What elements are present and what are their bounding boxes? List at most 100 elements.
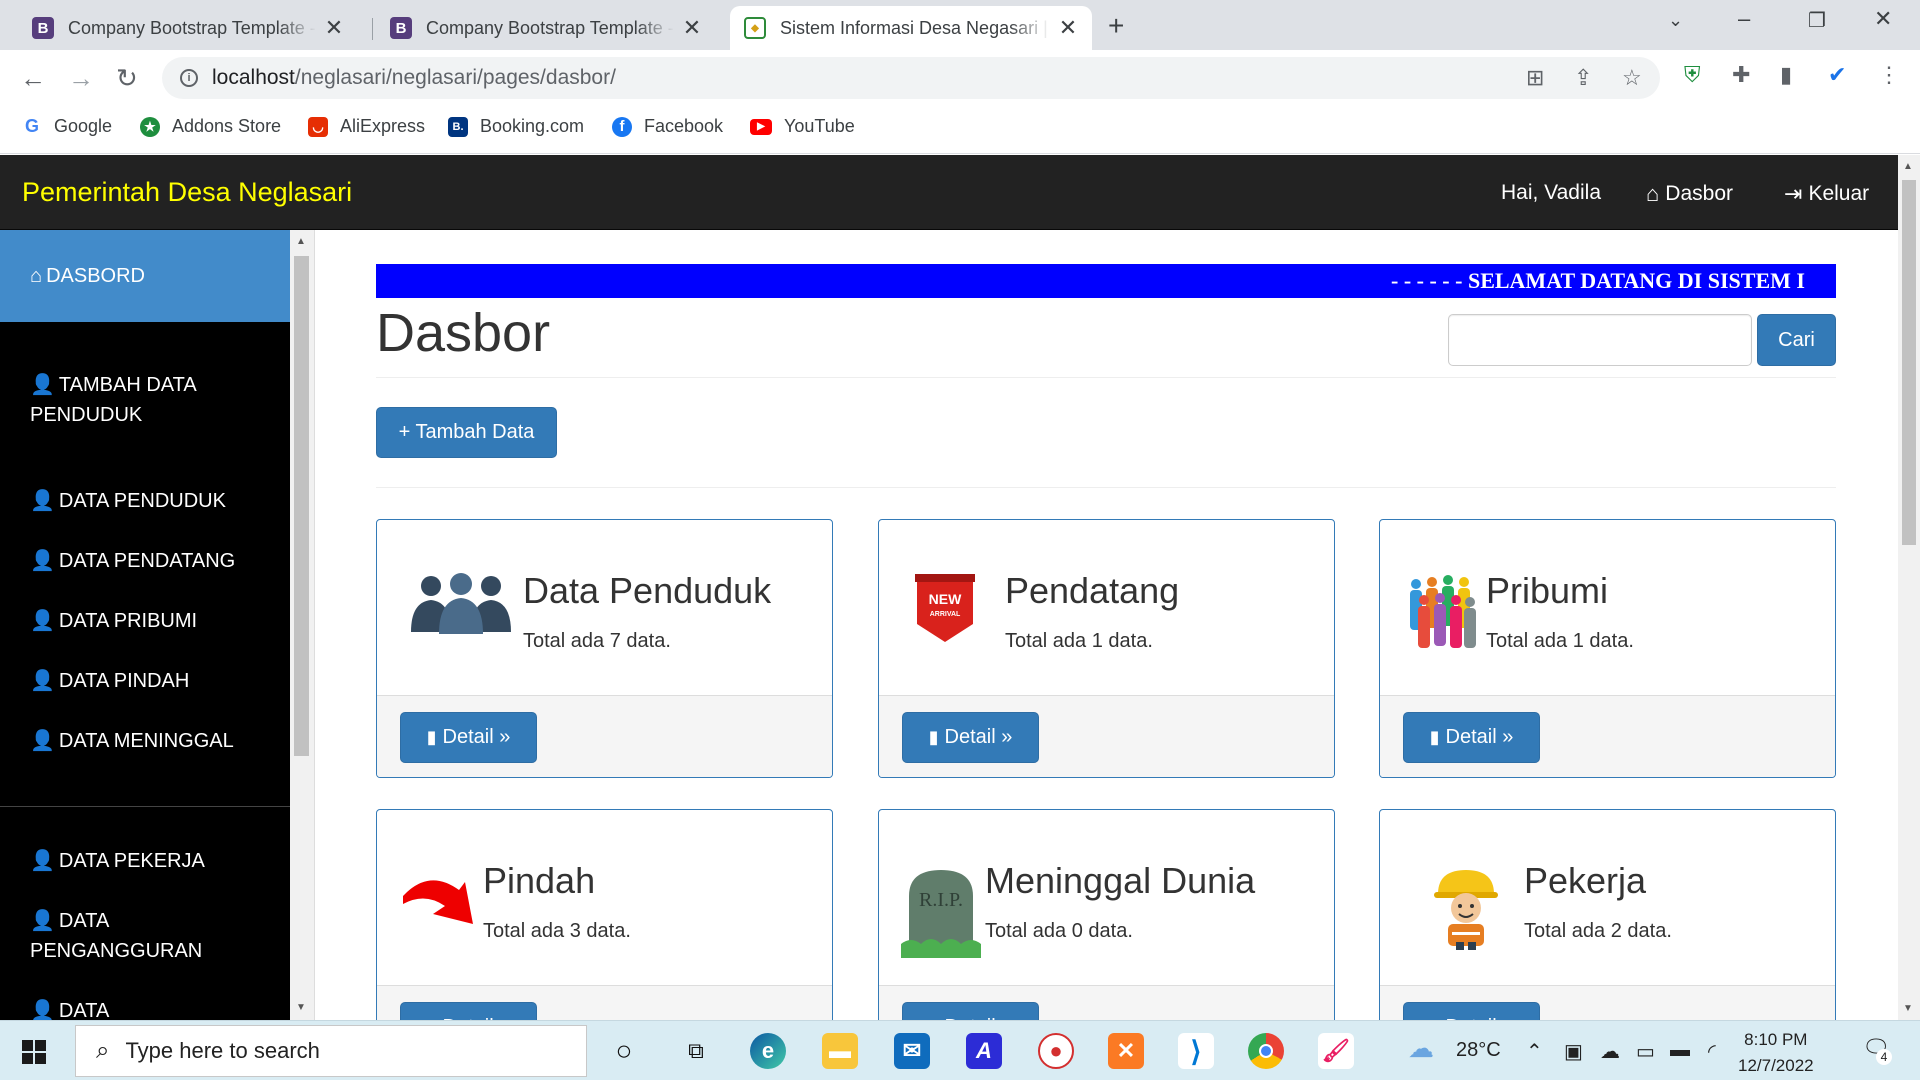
site-info-icon[interactable]: i	[180, 69, 198, 87]
tab-title: Company Bootstrap Template - I	[426, 17, 674, 38]
close-window-icon[interactable]: ✕	[1874, 6, 1892, 32]
page-title: Dasbor	[376, 303, 551, 363]
sidebar-item-data-pendatang[interactable]: 👤 DATA PENDATANG	[0, 546, 290, 576]
xampp-icon[interactable]: ✕	[1108, 1033, 1144, 1069]
onedrive-icon[interactable]: ☁	[1600, 1039, 1620, 1064]
bootstrap-favicon-icon: B	[32, 17, 54, 39]
sidebar-item-data-penduduk[interactable]: 👤 DATA PENDUDUK	[0, 486, 290, 516]
bookmark-youtube[interactable]: ▶ YouTube	[750, 116, 855, 137]
mail-icon[interactable]: ✉	[894, 1033, 930, 1069]
sidebar-item-data-pindah[interactable]: 👤 DATA PINDAH	[0, 666, 290, 696]
close-tab-icon[interactable]: ✕	[324, 15, 344, 41]
display-icon[interactable]: ▭	[1636, 1039, 1655, 1064]
scroll-up-arrow-icon[interactable]: ▲	[1903, 161, 1913, 172]
weather-temperature[interactable]: 28°C	[1456, 1039, 1501, 1062]
sidebar-item-data-meninggal[interactable]: 👤 DATA MENINGGAL	[0, 726, 290, 756]
close-tab-icon[interactable]: ✕	[682, 15, 702, 41]
browser-tab-bar: B Company Bootstrap Template - I ✕ B Com…	[0, 0, 1920, 50]
url-text[interactable]: localhost/neglasari/neglasari/pages/dasb…	[212, 66, 616, 90]
booking-icon: B.	[448, 116, 468, 137]
tab-search-chevron-icon[interactable]: ⌄	[1668, 10, 1683, 31]
side-panel-icon[interactable]: ▮	[1780, 62, 1792, 88]
share-icon[interactable]: ⇪	[1574, 65, 1592, 91]
bookmark-booking[interactable]: B. Booking.com	[448, 116, 584, 137]
close-tab-icon[interactable]: ✕	[1058, 15, 1078, 41]
card-title: Pindah	[483, 860, 596, 901]
browser-tab-3-active[interactable]: ◆ Sistem Informasi Desa Negasari | ✕	[730, 6, 1092, 50]
chrome-icon[interactable]	[1248, 1033, 1284, 1069]
scroll-up-arrow-icon[interactable]: ▲	[296, 236, 306, 247]
divider	[376, 487, 1836, 488]
bookmark-facebook[interactable]: f Facebook	[612, 116, 723, 137]
taskbar-clock[interactable]: 8:10 PM 12/7/2022	[1738, 1027, 1814, 1079]
url-omnibox[interactable]: i localhost/neglasari/neglasari/pages/da…	[162, 57, 1660, 99]
card-subtitle: Total ada 2 data.	[1524, 920, 1672, 942]
tray-chevron-up-icon[interactable]: ⌃	[1526, 1039, 1543, 1064]
back-arrow-icon[interactable]: ←	[20, 63, 46, 94]
ide-app-icon[interactable]: A	[966, 1033, 1002, 1069]
windows-start-icon[interactable]	[22, 1040, 46, 1064]
page-scroll-thumb[interactable]	[1902, 180, 1916, 545]
bookmark-google[interactable]: G Google	[22, 116, 112, 137]
battery-icon[interactable]: ▬	[1670, 1039, 1690, 1062]
svg-text:NEW: NEW	[929, 591, 962, 607]
sidebar-item-data[interactable]: 👤 DATA	[0, 996, 290, 1020]
browser-tab-1[interactable]: B Company Bootstrap Template - I ✕	[18, 6, 358, 50]
cortana-icon[interactable]: ○	[606, 1033, 642, 1069]
edge-browser-icon[interactable]: e	[750, 1033, 786, 1069]
task-view-icon[interactable]: ⧉	[678, 1033, 714, 1069]
sidebar-item-tambah-data-penduduk[interactable]: 👤 TAMBAH DATA PENDUDUK	[0, 370, 240, 430]
home-icon: ⌂	[30, 265, 43, 287]
weather-cloud-icon[interactable]: ☁	[1408, 1033, 1434, 1064]
forward-arrow-icon[interactable]: →	[68, 63, 94, 94]
search-input[interactable]	[1448, 314, 1752, 366]
new-tab-icon[interactable]: +	[1108, 10, 1124, 42]
taskbar-search-box[interactable]: ⌕ Type here to search	[75, 1025, 587, 1077]
add-data-button[interactable]: + Tambah Data	[376, 407, 557, 458]
scroll-down-arrow-icon[interactable]: ▼	[1903, 1003, 1913, 1014]
detail-button[interactable]: ▮Detail »	[1403, 1002, 1540, 1020]
sidebar-item-data-pekerja[interactable]: 👤 DATA PEKERJA	[0, 846, 290, 876]
bookmark-addons-store[interactable]: ★ Addons Store	[140, 116, 281, 137]
adblock-shield-icon[interactable]: ⛨	[1684, 62, 1701, 88]
paint-icon[interactable]: 🖌	[1318, 1033, 1354, 1069]
svg-text:R.I.P.: R.I.P.	[919, 889, 963, 911]
reload-icon[interactable]: ↻	[116, 63, 138, 94]
nav-keluar-link[interactable]: ⇥ Keluar	[1784, 181, 1869, 207]
extensions-puzzle-icon[interactable]: ✚	[1732, 62, 1750, 88]
detail-button[interactable]: ▮Detail »	[902, 712, 1039, 763]
sidebar-scroll-thumb[interactable]	[294, 256, 309, 756]
nav-dasbor-link[interactable]: ⌂ Dasbor	[1646, 181, 1733, 207]
security-check-icon[interactable]: ✔	[1828, 62, 1846, 88]
sidebar-item-dasbord[interactable]: ⌂ DASBORD	[0, 230, 290, 322]
search-button[interactable]: Cari	[1757, 314, 1836, 366]
vscode-icon[interactable]: ⟩	[1178, 1033, 1214, 1069]
sidebar-item-data-pribumi[interactable]: 👤 DATA PRIBUMI	[0, 606, 290, 636]
file-explorer-icon[interactable]: ▬	[822, 1033, 858, 1069]
meet-now-icon[interactable]: ▣	[1564, 1039, 1583, 1064]
scroll-down-arrow-icon[interactable]: ▼	[296, 1002, 306, 1013]
bookmark-aliexpress[interactable]: ◡ AliExpress	[308, 116, 425, 137]
browser-tab-2[interactable]: B Company Bootstrap Template - I ✕	[376, 6, 716, 50]
restore-icon[interactable]: ❐	[1808, 8, 1826, 33]
greeting-link[interactable]: Hai, Vadila	[1501, 181, 1601, 205]
detail-button[interactable]: ▮Detail »	[1403, 712, 1540, 763]
notification-center-icon[interactable]: 🗨 4	[1862, 1035, 1892, 1065]
sidebar-item-data-pengangguran[interactable]: 👤 DATA PENGANGGURAN	[0, 906, 240, 966]
wifi-icon[interactable]: ◜	[1708, 1039, 1716, 1064]
card-title: Pendatang	[1005, 570, 1180, 611]
detail-button[interactable]: ▮Detail »	[400, 712, 537, 763]
sidebar-scrollbar[interactable]: ▲ ▼	[290, 230, 315, 1020]
detail-button[interactable]: ▮Detail »	[902, 1002, 1039, 1020]
card-subtitle: Total ada 0 data.	[985, 920, 1133, 942]
colorful-crowd-icon	[1410, 575, 1476, 648]
translate-icon[interactable]: ⊞	[1526, 65, 1544, 91]
welcome-marquee: - - - - - - SELAMAT DATANG DI SISTEM I	[376, 264, 1836, 298]
detail-button[interactable]: ▮Detail »	[400, 1002, 537, 1020]
minimize-icon[interactable]: –	[1738, 6, 1750, 32]
bookmark-star-icon[interactable]: ☆	[1622, 65, 1642, 91]
recorder-app-icon[interactable]: ●	[1038, 1033, 1074, 1069]
page-scrollbar[interactable]: ▲ ▼	[1898, 155, 1920, 1020]
menu-kebab-icon[interactable]: ⋮	[1878, 62, 1900, 88]
navbar-brand[interactable]: Pemerintah Desa Neglasari	[22, 177, 352, 208]
